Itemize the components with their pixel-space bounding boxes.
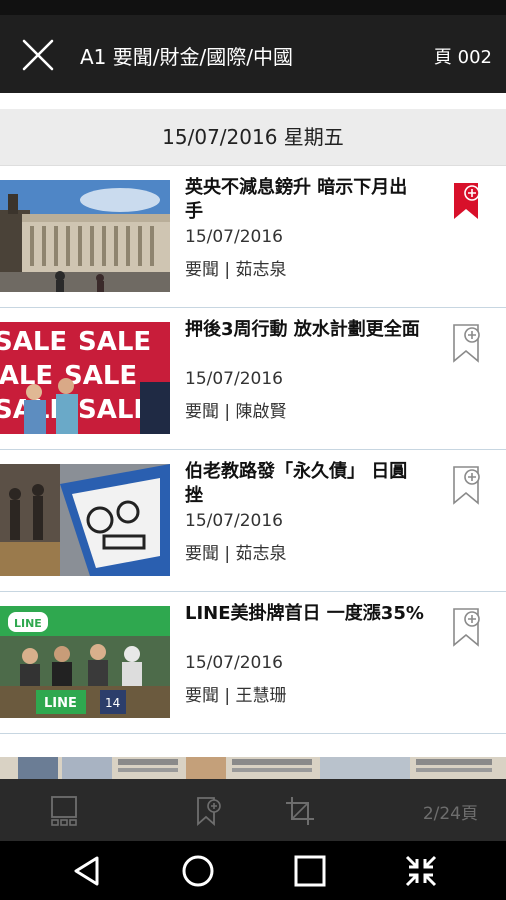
svg-text:LINE: LINE bbox=[14, 617, 42, 630]
system-navigation-bar bbox=[0, 841, 506, 900]
svg-text:SALE: SALE bbox=[64, 361, 137, 391]
article-thumbnail-sale-posters: SALESALE SALESALE SALESALE bbox=[0, 322, 170, 434]
article-item[interactable]: 伯老教路發「永久債」 日圓挫 15/07/2016 要聞 | 茹志泉 bbox=[0, 450, 506, 592]
svg-text:SALE: SALE bbox=[0, 361, 53, 391]
svg-text:SALE: SALE bbox=[78, 327, 151, 357]
article-title: 押後3周行動 放水計劃更全面 bbox=[185, 319, 420, 340]
article-date: 15/07/2016 bbox=[185, 653, 283, 673]
top-app-bar: A1 要聞/財金/國際/中國 頁 002 bbox=[0, 15, 506, 93]
page-number: 頁 002 bbox=[433, 47, 492, 68]
crop-icon[interactable] bbox=[284, 795, 316, 827]
article-item[interactable]: LINE LINE 14 LINE美掛牌首日 一度漲35% 15/07/2016… bbox=[0, 592, 506, 734]
article-item[interactable]: SALESALE SALESALE SALESALE 押後3周行動 放水計劃更全… bbox=[0, 308, 506, 450]
date-header: 15/07/2016 星期五 bbox=[0, 109, 506, 166]
svg-text:14: 14 bbox=[105, 696, 120, 710]
article-item[interactable]: 英央不減息鎊升 暗示下月出手 15/07/2016 要聞 | 茹志泉 bbox=[0, 166, 506, 308]
article-date: 15/07/2016 bbox=[185, 511, 283, 531]
article-section-author: 要聞 | 陳啟賢 bbox=[185, 402, 287, 422]
article-title: LINE美掛牌首日 一度漲35% bbox=[185, 603, 424, 624]
bookmark-added-icon[interactable] bbox=[451, 180, 481, 222]
home-icon[interactable] bbox=[180, 853, 216, 889]
bookmark-add-icon[interactable] bbox=[451, 322, 481, 364]
bookmark-add-icon[interactable] bbox=[451, 606, 481, 648]
article-title: 英央不減息鎊升 暗示下月出手 bbox=[185, 177, 408, 222]
article-section-author: 要聞 | 茹志泉 bbox=[185, 544, 287, 564]
article-date: 15/07/2016 bbox=[185, 369, 283, 389]
reader-toolbar: 2/24頁 bbox=[0, 779, 506, 841]
bookmark-add-icon[interactable] bbox=[451, 464, 481, 506]
close-icon[interactable] bbox=[18, 35, 58, 75]
grid-view-icon[interactable] bbox=[48, 795, 80, 827]
svg-text:LINE: LINE bbox=[44, 696, 77, 711]
svg-text:SALE: SALE bbox=[0, 327, 67, 357]
back-icon[interactable] bbox=[69, 853, 105, 889]
article-thumbnail-line-listing: LINE LINE 14 bbox=[0, 606, 170, 718]
collapse-icon[interactable] bbox=[403, 853, 439, 889]
article-date: 15/07/2016 bbox=[185, 227, 283, 247]
article-thumbnail-bank-building bbox=[0, 180, 170, 292]
section-title: A1 要聞/財金/國際/中國 bbox=[80, 45, 293, 69]
article-thumbnail-currency-sign bbox=[0, 464, 170, 576]
newspaper-page-preview bbox=[0, 757, 506, 779]
article-title: 伯老教路發「永久債」 日圓挫 bbox=[185, 461, 408, 506]
article-list-panel: 15/07/2016 星期五 英央不減息鎊升 暗示下月出手 15/07/2016… bbox=[0, 93, 506, 757]
bookmark-add-icon[interactable] bbox=[192, 795, 224, 827]
article-section-author: 要聞 | 茹志泉 bbox=[185, 260, 287, 280]
recents-icon[interactable] bbox=[292, 853, 328, 889]
status-bar bbox=[0, 0, 506, 15]
page-counter: 2/24頁 bbox=[422, 804, 478, 824]
article-section-author: 要聞 | 王慧珊 bbox=[185, 686, 287, 706]
